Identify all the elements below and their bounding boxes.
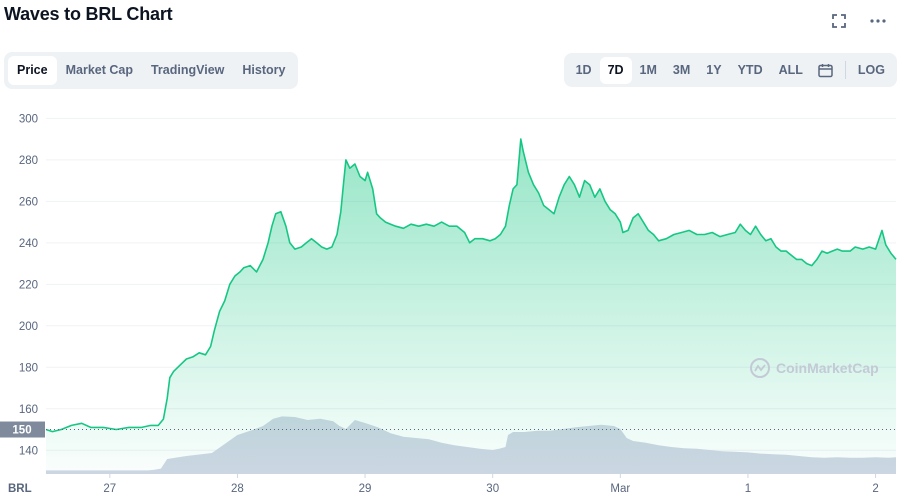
y-tick-label: 240 [19, 238, 38, 250]
x-tick-label: 1 [745, 483, 751, 495]
y-tick-label: 140 [19, 445, 38, 457]
y-tick-label: 220 [19, 279, 38, 291]
range-7d[interactable]: 7D [599, 56, 632, 84]
tab-tradingview[interactable]: TradingView [142, 56, 233, 85]
y-tick-label: 260 [19, 196, 38, 208]
x-tick-label: 2 [872, 483, 878, 495]
range-1y[interactable]: 1Y [698, 57, 729, 84]
y-tick-label: 300 [19, 113, 38, 125]
y-tick-label: 280 [19, 155, 38, 167]
fullscreen-icon[interactable] [828, 10, 850, 32]
price-area [45, 138, 897, 474]
range-ytd[interactable]: YTD [730, 57, 771, 84]
time-range-selector: 1D 7D 1M 3M 1Y YTD ALL LOG [563, 53, 897, 87]
range-1m[interactable]: 1M [632, 57, 665, 84]
watermark-text: CoinMarketCap [776, 360, 879, 376]
range-all[interactable]: ALL [771, 57, 811, 84]
x-tick-label: 27 [103, 483, 116, 495]
currency-label: BRL [8, 483, 32, 495]
y-tick-label: 180 [19, 362, 38, 374]
log-scale-toggle[interactable]: LOG [850, 57, 893, 84]
price-chart[interactable]: 150 140 160 180 200 220 240 260 280 300 BRL 27 28 2… [0, 96, 909, 499]
chart-type-tabs: Price Market Cap TradingView History [4, 52, 299, 89]
range-3m[interactable]: 3M [665, 57, 698, 84]
tab-history[interactable]: History [233, 56, 294, 85]
y-tick-label: 200 [19, 321, 38, 333]
price-area-fill [46, 139, 896, 474]
range-1d[interactable]: 1D [568, 57, 600, 84]
calendar-icon[interactable] [811, 57, 841, 84]
x-tick-label: Mar [610, 483, 630, 495]
x-axis: BRL 27 28 29 30 Mar 1 2 [8, 474, 879, 495]
more-options-icon[interactable] [867, 10, 889, 32]
range-divider [844, 61, 846, 79]
x-tick-label: 28 [231, 483, 244, 495]
tab-market-cap[interactable]: Market Cap [57, 56, 142, 85]
tab-price[interactable]: Price [8, 56, 57, 85]
y-axis: 140 160 180 200 220 240 260 280 300 [19, 113, 38, 457]
reference-price-label: 150 [12, 425, 31, 437]
y-tick-label: 160 [19, 404, 38, 416]
x-tick-label: 29 [359, 483, 372, 495]
page-title: Waves to BRL Chart [4, 4, 173, 24]
x-tick-label: 30 [486, 483, 499, 495]
